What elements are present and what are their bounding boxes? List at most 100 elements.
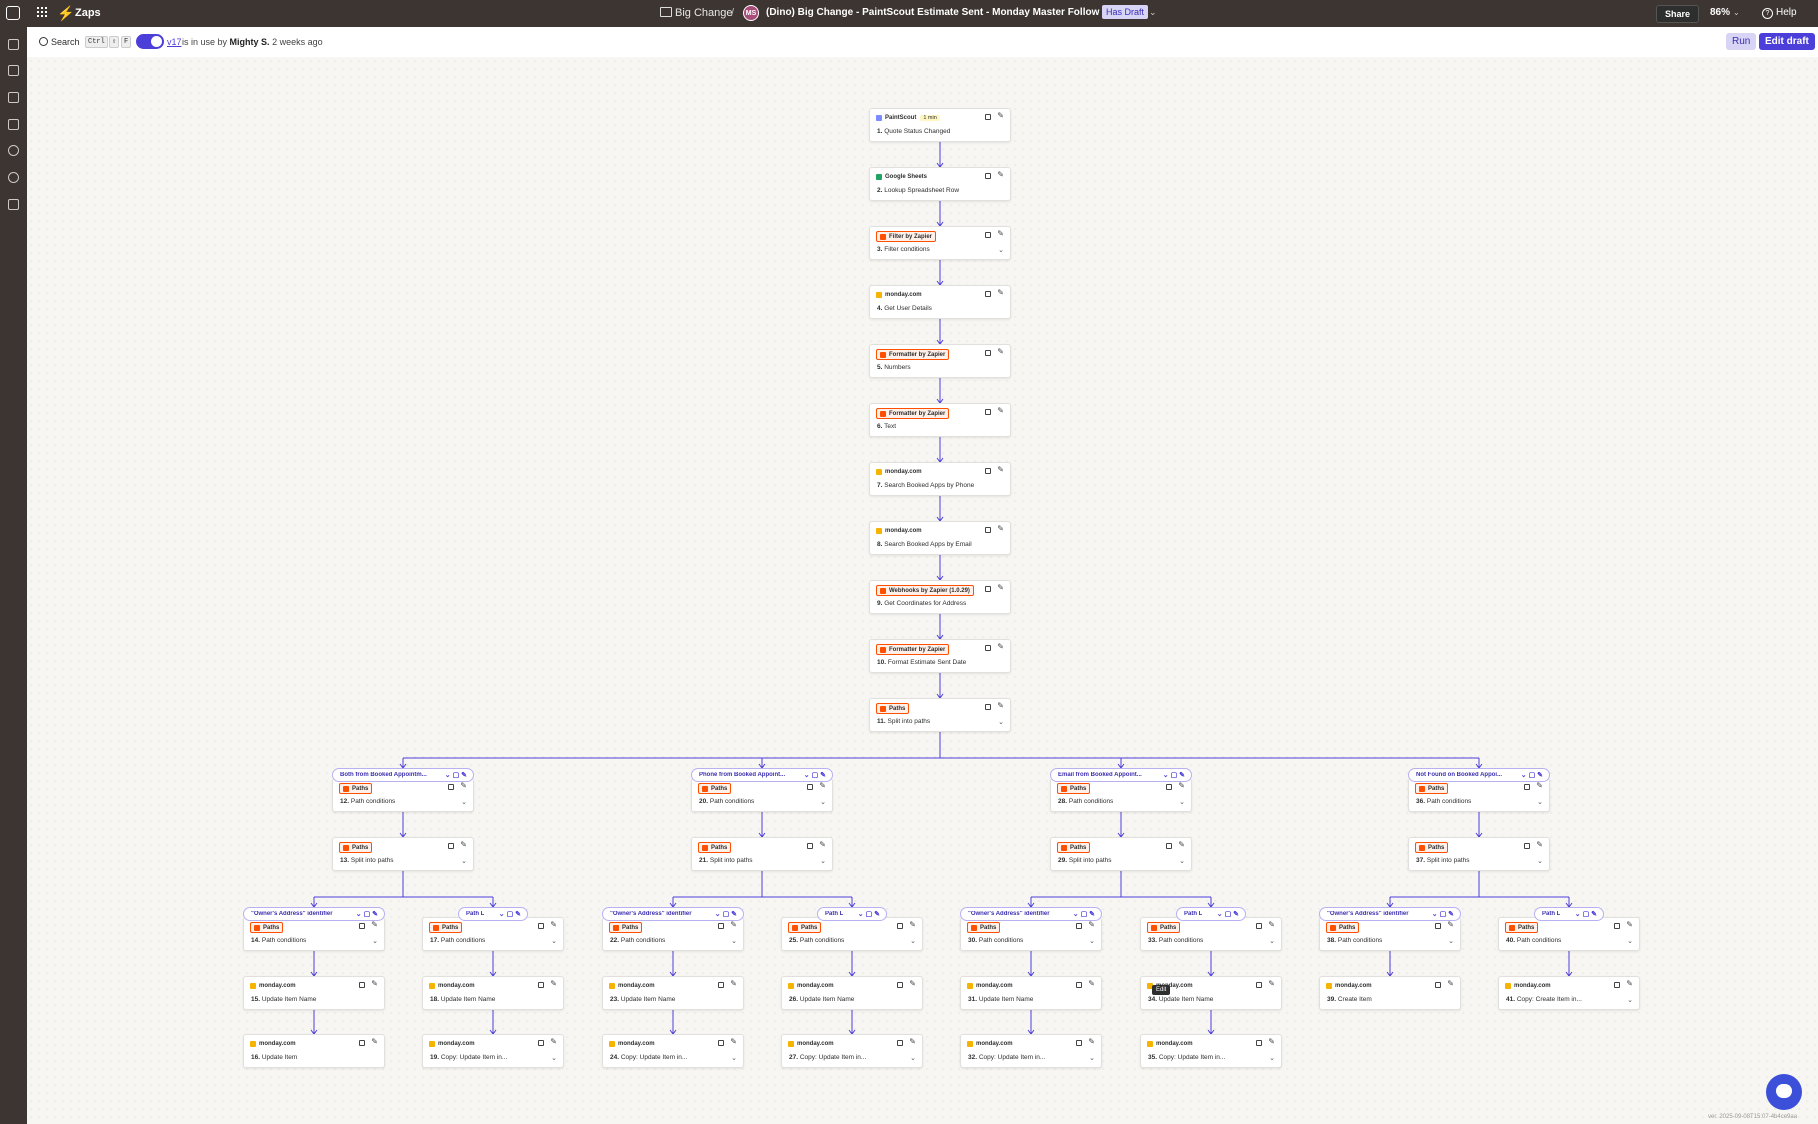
copy-icon[interactable] [1614, 923, 1620, 929]
copy-icon[interactable] [897, 982, 903, 988]
chevron-down-icon[interactable]: ⌄ [1149, 7, 1157, 18]
copy-icon[interactable] [985, 291, 991, 297]
step-card[interactable]: Paths ✎ 29. Split into paths ⌄ [1050, 837, 1192, 871]
path-actions[interactable]: ⌄ ▢ ✎ [1163, 771, 1185, 779]
chevron-down-icon[interactable]: ⌄ [551, 1054, 557, 1062]
chevron-down-icon[interactable]: ⌄ [461, 798, 467, 806]
edit-icon[interactable]: ✎ [1178, 782, 1185, 790]
chevron-down-icon[interactable]: ⌄ [1269, 1054, 1275, 1062]
step-card[interactable]: Paths ✎ 36. Path conditions ⌄ [1408, 778, 1550, 812]
copy-icon[interactable] [985, 645, 991, 651]
edit-icon[interactable]: ✎ [997, 112, 1004, 120]
chevron-down-icon[interactable]: ⌄ [1537, 857, 1543, 865]
path-actions[interactable]: ⌄ ▢ ✎ [858, 910, 880, 918]
chevron-down-icon[interactable]: ⌄ [1269, 937, 1275, 945]
search-button[interactable]: Search [51, 37, 80, 47]
chevron-down-icon[interactable]: ⌄ [910, 1054, 916, 1062]
edit-icon[interactable]: ✎ [730, 980, 737, 988]
chevron-down-icon[interactable]: ⌄ [820, 857, 826, 865]
step-card[interactable]: monday.com ✎ 4. Get User Details [869, 285, 1011, 319]
edit-icon[interactable]: ✎ [1447, 980, 1454, 988]
edit-icon[interactable]: ✎ [997, 702, 1004, 710]
path-label[interactable]: Path L ⌄ ▢ ✎ [1176, 907, 1246, 921]
step-card[interactable]: Paths ✎ 17. Path conditions ⌄ [422, 917, 564, 951]
zoom-level[interactable]: 86% [1710, 7, 1730, 18]
history-icon[interactable] [8, 145, 19, 156]
step-card[interactable]: Paths ✎ 12. Path conditions ⌄ [332, 778, 474, 812]
copy-icon[interactable] [985, 409, 991, 415]
copy-icon[interactable] [1076, 982, 1082, 988]
copy-icon[interactable] [538, 923, 544, 929]
copy-icon[interactable] [1435, 923, 1441, 929]
edit-icon[interactable]: ✎ [1626, 980, 1633, 988]
path-actions[interactable]: ⌄ ▢ ✎ [356, 910, 378, 918]
step-card[interactable]: Filter by Zapier ✎ 3. Filter conditions ⌄ [869, 226, 1011, 260]
step-card[interactable]: monday.com ✎ 35. Copy: Update Item in... ⌄ [1140, 1034, 1282, 1068]
copy-icon[interactable] [985, 586, 991, 592]
edit-draft-button[interactable]: Edit draft [1759, 33, 1815, 50]
edit-icon[interactable]: ✎ [997, 466, 1004, 474]
edit-icon[interactable]: ✎ [819, 782, 826, 790]
copy-icon[interactable] [359, 982, 365, 988]
copy-icon[interactable] [1256, 1040, 1262, 1046]
chevron-down-icon[interactable]: ⌄ [551, 937, 557, 945]
path-label[interactable]: "Owner's Address" identifier ⌄ ▢ ✎ [960, 907, 1102, 921]
copy-icon[interactable] [807, 784, 813, 790]
copy-icon[interactable] [1076, 1040, 1082, 1046]
copy-icon[interactable] [538, 982, 544, 988]
path-actions[interactable]: ⌄ ▢ ✎ [445, 771, 467, 779]
step-card[interactable]: Webhooks by Zapier (1.0.29) ✎ 9. Get Coord… [869, 580, 1011, 614]
step-card[interactable]: monday.com ✎ 41. Copy: Create Item in... ⌄ [1498, 976, 1640, 1010]
path-label[interactable]: Path L ⌄ ▢ ✎ [817, 907, 887, 921]
copy-icon[interactable] [807, 843, 813, 849]
path-label[interactable]: "Owner's Address" identifier ⌄ ▢ ✎ [1319, 907, 1461, 921]
path-label[interactable]: Phone from Booked Appoint... ⌄ ▢ ✎ [691, 768, 833, 782]
copy-icon[interactable] [718, 923, 724, 929]
step-card[interactable]: Paths ✎ 13. Split into paths ⌄ [332, 837, 474, 871]
copy-icon[interactable] [538, 1040, 544, 1046]
step-card[interactable]: monday.com ✎ 24. Copy: Update Item in... ⌄ [602, 1034, 744, 1068]
path-actions[interactable]: ⌄ ▢ ✎ [715, 910, 737, 918]
gear-icon[interactable] [8, 172, 19, 183]
chevron-down-icon[interactable]: ⌄ [1627, 996, 1633, 1004]
edit-icon[interactable]: ✎ [997, 289, 1004, 297]
copy-icon[interactable] [359, 1040, 365, 1046]
path-actions[interactable]: ⌄ ▢ ✎ [499, 910, 521, 918]
path-actions[interactable]: ⌄ ▢ ✎ [1073, 910, 1095, 918]
step-card[interactable]: monday.com ✎ 26. Update Item Name [781, 976, 923, 1010]
chevron-down-icon[interactable]: ⌄ [1179, 857, 1185, 865]
edit-icon[interactable]: ✎ [1088, 921, 1095, 929]
breadcrumb-folder[interactable]: Big Change [675, 7, 733, 19]
step-card[interactable]: monday.com ✎ 18. Update Item Name [422, 976, 564, 1010]
edit-icon[interactable]: ✎ [371, 1038, 378, 1046]
step-card[interactable]: Paths ✎ 22. Path conditions ⌄ [602, 917, 744, 951]
apps-grid-icon[interactable] [37, 7, 47, 17]
edit-icon[interactable]: ✎ [997, 525, 1004, 533]
path-label[interactable]: Both from Booked Appointm... ⌄ ▢ ✎ [332, 768, 474, 782]
edit-icon[interactable]: ✎ [550, 1038, 557, 1046]
edit-icon[interactable]: ✎ [997, 348, 1004, 356]
path-actions[interactable]: ⌄ ▢ ✎ [1575, 910, 1597, 918]
path-label[interactable]: Not Found on Booked Appoi... ⌄ ▢ ✎ [1408, 768, 1550, 782]
step-card[interactable]: Paths ✎ 20. Path conditions ⌄ [691, 778, 833, 812]
components-icon[interactable] [8, 39, 19, 50]
chevron-down-icon[interactable]: ⌄ [372, 937, 378, 945]
chevron-down-icon[interactable]: ⌄ [998, 246, 1004, 254]
edit-icon[interactable]: ✎ [550, 921, 557, 929]
edit-icon[interactable]: ✎ [997, 407, 1004, 415]
chevron-down-icon[interactable]: ⌄ [1179, 798, 1185, 806]
chevron-down-icon[interactable]: ⌄ [998, 718, 1004, 726]
chevron-down-icon[interactable]: ⌄ [461, 857, 467, 865]
edit-icon[interactable]: ✎ [460, 782, 467, 790]
copy-icon[interactable] [985, 232, 991, 238]
copy-icon[interactable] [718, 1040, 724, 1046]
step-card[interactable]: Paths ✎ 40. Path conditions ⌄ [1498, 917, 1640, 951]
edit-icon[interactable]: ✎ [1536, 782, 1543, 790]
step-card[interactable]: Formatter by Zapier ✎ 6. Text [869, 403, 1011, 437]
edit-icon[interactable]: ✎ [997, 643, 1004, 651]
copy-icon[interactable] [985, 350, 991, 356]
edit-icon[interactable]: ✎ [819, 841, 826, 849]
document-icon[interactable] [8, 65, 19, 76]
copy-icon[interactable] [1614, 982, 1620, 988]
step-card[interactable]: monday.com ✎ 27. Copy: Update Item in... ⌄ [781, 1034, 923, 1068]
